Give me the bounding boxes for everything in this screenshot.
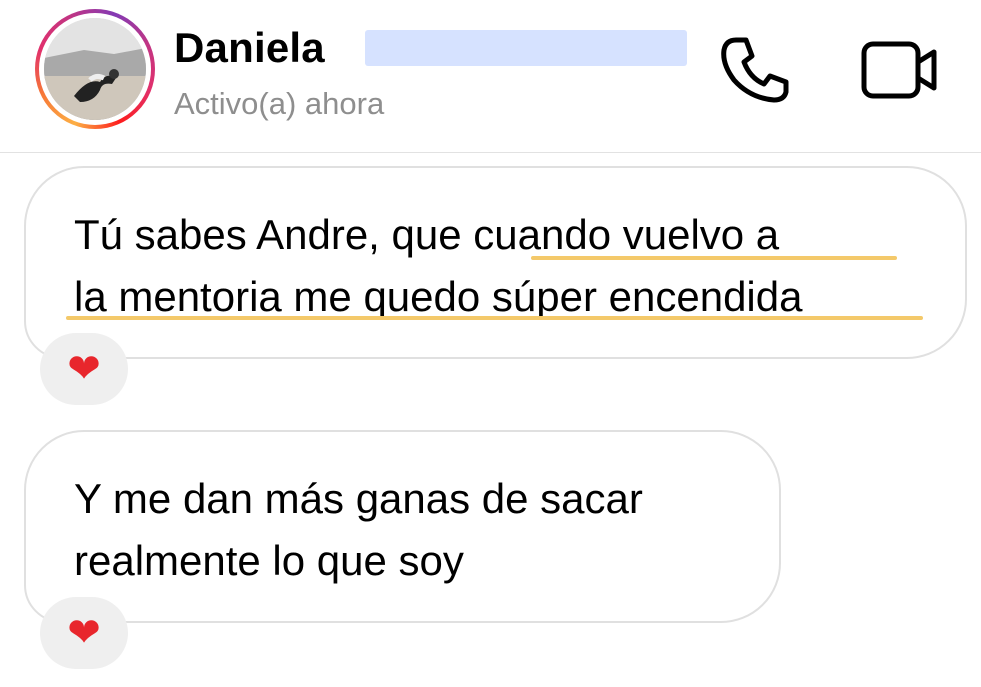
video-call-button[interactable] <box>858 38 942 102</box>
active-status: Activo(a) ahora <box>174 86 385 121</box>
redaction-bar <box>365 30 687 66</box>
avatar-photo <box>44 18 146 120</box>
text-highlight-underline <box>531 256 897 260</box>
chat-screen: Daniela Activo(a) ahora Tú sabes Andre, … <box>0 0 981 687</box>
heart-icon: ❤ <box>67 346 101 392</box>
phone-icon <box>721 37 789 103</box>
message-bubble[interactable]: Y me dan más ganas de sacar realmente lo… <box>24 430 781 623</box>
call-button[interactable] <box>716 34 792 106</box>
message-text: Tú sabes Andre, que cuando vuelvo a la m… <box>74 211 803 320</box>
text-highlight-underline <box>66 316 923 320</box>
message-reaction[interactable]: ❤ <box>40 333 128 405</box>
contact-name[interactable]: Daniela <box>174 24 325 72</box>
message-bubble[interactable]: Tú sabes Andre, que cuando vuelvo a la m… <box>24 166 967 359</box>
message-reaction[interactable]: ❤ <box>40 597 128 669</box>
message-text: Y me dan más ganas de sacar realmente lo… <box>74 475 643 584</box>
avatar <box>44 18 146 120</box>
story-ring[interactable] <box>35 9 155 129</box>
chat-header: Daniela Activo(a) ahora <box>0 0 981 153</box>
video-camera-icon <box>861 41 937 99</box>
heart-icon: ❤ <box>67 610 101 656</box>
